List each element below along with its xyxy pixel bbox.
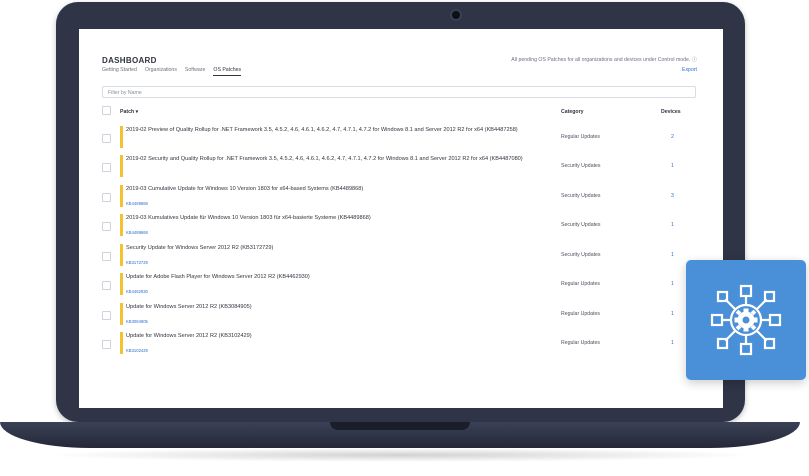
row-checkbox[interactable] xyxy=(102,281,111,290)
network-gear-icon xyxy=(710,284,782,356)
row-marker xyxy=(120,244,123,266)
device-count-link[interactable]: 1 xyxy=(671,281,674,287)
column-devices-header: Devices xyxy=(661,109,681,115)
table-row: Update for Adobe Flash Player for Window… xyxy=(102,273,696,299)
patch-category: Security Updates xyxy=(561,163,601,169)
patch-category: Security Updates xyxy=(561,193,601,199)
row-checkbox[interactable] xyxy=(102,252,111,261)
table-row: Update for Windows Server 2012 R2 (KB310… xyxy=(102,332,696,358)
tab-software[interactable]: Software xyxy=(185,67,205,76)
patch-category: Regular Updates xyxy=(561,134,600,140)
patch-title: Update for Windows Server 2012 R2 (KB308… xyxy=(126,304,252,310)
table-row: 2019-03 Kumulatives Update für Windows 1… xyxy=(102,214,696,240)
patch-title: 2019-03 Cumulative Update for Windows 10… xyxy=(126,186,364,192)
device-count-link[interactable]: 1 xyxy=(671,163,674,169)
patch-category: Regular Updates xyxy=(561,311,600,317)
table-row: 2019-02 Preview of Quality Rollup for .N… xyxy=(102,126,696,152)
row-marker xyxy=(120,126,123,148)
table-row: Update for Windows Server 2012 R2 (KB308… xyxy=(102,303,696,329)
row-checkbox[interactable] xyxy=(102,193,111,202)
row-marker xyxy=(120,303,123,325)
kb-link[interactable]: KB3172729 xyxy=(126,260,148,265)
laptop-base xyxy=(0,422,800,448)
laptop-shadow xyxy=(40,448,760,462)
laptop-screen: DASHBOARD Getting Started Organizations … xyxy=(79,29,723,408)
patch-title: Security Update for Windows Server 2012 … xyxy=(126,245,274,251)
row-marker xyxy=(120,214,123,236)
camera-icon xyxy=(452,11,460,19)
row-marker xyxy=(120,155,123,177)
device-count-link[interactable]: 1 xyxy=(671,222,674,228)
kb-link[interactable]: KB3102429 xyxy=(126,348,148,353)
row-marker xyxy=(120,273,123,295)
patch-title: Update for Adobe Flash Player for Window… xyxy=(126,274,310,280)
tab-getting-started[interactable]: Getting Started xyxy=(102,67,137,76)
column-category-header: Category xyxy=(561,109,584,115)
patch-category: Regular Updates xyxy=(561,340,600,346)
row-marker xyxy=(120,185,123,207)
patch-category: Security Updates xyxy=(561,222,601,228)
select-all-checkbox[interactable] xyxy=(102,106,111,115)
tab-organizations[interactable]: Organizations xyxy=(145,67,177,76)
filter-input[interactable]: Filter by Name xyxy=(102,86,696,98)
patch-title: 2019-02 Security and Quality Rollup for … xyxy=(126,156,523,162)
table-row: 2019-02 Security and Quality Rollup for … xyxy=(102,155,696,181)
patch-title: 2019-02 Preview of Quality Rollup for .N… xyxy=(126,127,518,133)
feature-tile xyxy=(686,260,806,380)
device-count-link[interactable]: 1 xyxy=(671,340,674,346)
device-count-link[interactable]: 2 xyxy=(671,134,674,140)
device-count-link[interactable]: 1 xyxy=(671,252,674,258)
tab-os-patches[interactable]: OS Patches xyxy=(213,67,242,76)
device-count-link[interactable]: 1 xyxy=(671,311,674,317)
kb-link[interactable]: KB4462930 xyxy=(126,289,148,294)
device-count-link[interactable]: 3 xyxy=(671,193,674,199)
info-notice: All pending OS Patches for all organizat… xyxy=(511,57,697,63)
patch-category: Security Updates xyxy=(561,252,601,258)
laptop-base-notch xyxy=(330,422,470,430)
tab-bar: Getting Started Organizations Software O… xyxy=(102,67,242,76)
table-row: Security Update for Windows Server 2012 … xyxy=(102,244,696,270)
patch-title: 2019-03 Kumulatives Update für Windows 1… xyxy=(126,215,371,221)
row-checkbox[interactable] xyxy=(102,340,111,349)
row-checkbox[interactable] xyxy=(102,134,111,143)
export-link[interactable]: Export xyxy=(682,67,697,73)
page-title: DASHBOARD xyxy=(102,56,157,65)
row-checkbox[interactable] xyxy=(102,311,111,320)
table-row: 2019-03 Cumulative Update for Windows 10… xyxy=(102,185,696,211)
row-marker xyxy=(120,332,123,354)
row-checkbox[interactable] xyxy=(102,222,111,231)
column-patch-header[interactable]: Patch ▾ xyxy=(120,109,138,115)
table-header: Patch ▾ Category Devices xyxy=(102,106,696,118)
kb-link[interactable]: KB4489868 xyxy=(126,230,148,235)
kb-link[interactable]: KB4489868 xyxy=(126,201,148,206)
kb-link[interactable]: KB3084905 xyxy=(126,319,148,324)
patch-category: Regular Updates xyxy=(561,281,600,287)
row-checkbox[interactable] xyxy=(102,163,111,172)
patch-title: Update for Windows Server 2012 R2 (KB310… xyxy=(126,333,252,339)
